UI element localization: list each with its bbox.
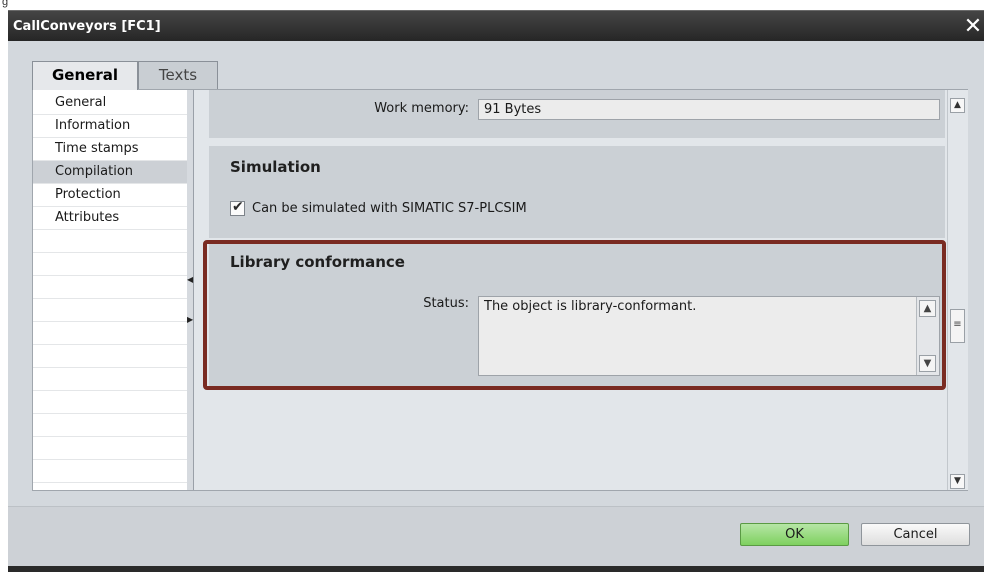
ok-button[interactable]: OK [740, 523, 849, 546]
sidebar-item-time-stamps[interactable]: Time stamps [33, 138, 187, 161]
sidebar-empty-row [33, 276, 187, 299]
dialog-footer: OK Cancel [8, 506, 984, 569]
sidebar-empty-row [33, 253, 187, 276]
simulation-checkbox-label[interactable]: Can be simulated with SIMATIC S7-PLCSIM [252, 201, 527, 216]
scroll-up-icon[interactable]: ▲ [919, 300, 936, 317]
sidebar-nav: General Information Time stamps Compilat… [33, 90, 188, 490]
simulation-section: Simulation ✔ Can be simulated with SIMAT… [209, 146, 945, 238]
library-conformance-section: Library conformance Status: The object i… [209, 244, 945, 386]
library-conformance-title: Library conformance [230, 253, 405, 271]
sidebar-empty-row [33, 460, 187, 483]
tab-texts[interactable]: Texts [138, 61, 218, 89]
simulation-title: Simulation [230, 158, 321, 176]
scroll-down-icon[interactable]: ▼ [950, 474, 965, 489]
figure-label: g [2, 0, 9, 8]
sidebar-empty-row [33, 230, 187, 253]
sidebar-empty-row [33, 437, 187, 460]
sidebar-item-protection[interactable]: Protection [33, 184, 187, 207]
property-panel: Work memory: 91 Bytes Simulation ✔ Can b… [195, 90, 947, 490]
expand-right-icon[interactable]: ▶ [187, 312, 193, 328]
scroll-up-icon[interactable]: ▲ [950, 98, 965, 113]
sidebar-item-general[interactable]: General [33, 92, 187, 115]
sidebar-empty-row [33, 368, 187, 391]
sidebar-empty-row [33, 322, 187, 345]
compilation-section: Work memory: 91 Bytes [209, 90, 945, 138]
window-title: CallConveyors [FC1] [13, 19, 161, 34]
sidebar-empty-row [33, 345, 187, 368]
work-memory-field: 91 Bytes [478, 99, 940, 120]
status-label: Status: [423, 296, 469, 311]
properties-dialog: CallConveyors [FC1] ✕ General Texts Gene… [8, 10, 984, 572]
tab-content: General Information Time stamps Compilat… [32, 89, 968, 491]
close-icon[interactable]: ✕ [962, 16, 984, 38]
simulation-checkbox[interactable]: ✔ [230, 199, 245, 216]
scroll-thumb[interactable]: ≡ [950, 309, 965, 343]
sidebar-splitter[interactable]: ◀ ▶ [187, 90, 194, 490]
panel-scrollbar[interactable]: ▲ ≡ ▼ [947, 90, 968, 490]
collapse-left-icon[interactable]: ◀ [187, 272, 193, 288]
sidebar-empty-row [33, 414, 187, 437]
cancel-button[interactable]: Cancel [861, 523, 970, 546]
sidebar-empty-row [33, 299, 187, 322]
status-value: The object is library-conformant. [484, 299, 697, 314]
sidebar-empty-row [33, 391, 187, 414]
status-scrollbar[interactable]: ▲ ▼ [916, 297, 939, 375]
work-memory-label: Work memory: [374, 101, 469, 116]
tab-general[interactable]: General [32, 61, 138, 90]
scroll-down-icon[interactable]: ▼ [919, 355, 936, 372]
bottom-border [8, 566, 984, 572]
sidebar-item-attributes[interactable]: Attributes [33, 207, 187, 230]
title-bar: CallConveyors [FC1] ✕ [8, 10, 984, 41]
sidebar-item-information[interactable]: Information [33, 115, 187, 138]
sidebar-item-compilation[interactable]: Compilation [33, 161, 187, 184]
status-textarea[interactable]: The object is library-conformant. ▲ ▼ [478, 296, 940, 376]
checkmark-icon: ✔ [232, 199, 244, 215]
